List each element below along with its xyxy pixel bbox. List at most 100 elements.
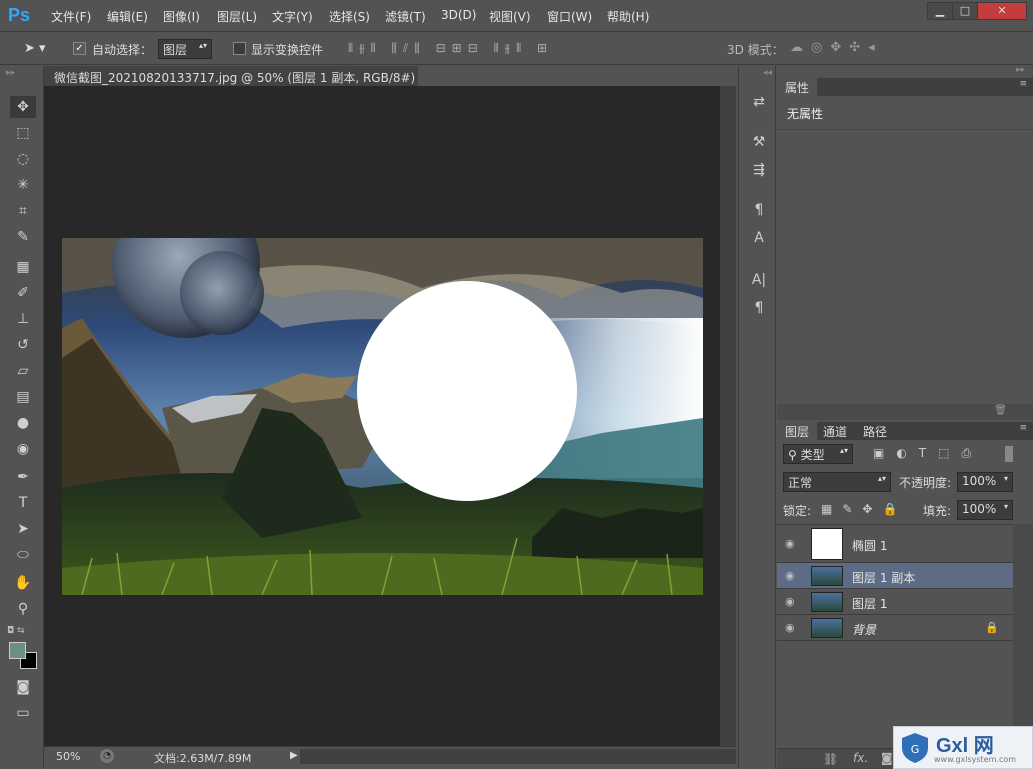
eraser-tool-icon[interactable]: ▱ — [10, 360, 36, 382]
type-tool-icon[interactable]: T — [10, 492, 36, 514]
vertical-scrollbar[interactable] — [720, 86, 736, 746]
tab-channels[interactable]: 通道 — [823, 423, 847, 440]
filter-toggle[interactable] — [1005, 446, 1013, 462]
paragraph-panel-icon[interactable]: ¶ — [749, 298, 769, 318]
3d-mode-icons[interactable]: ☁◎✥✣◂ — [790, 40, 883, 55]
maximize-button[interactable]: □ — [952, 2, 978, 20]
document-tab-title: 微信截图_20210820133717.jpg @ 50% (图层 1 副本, … — [54, 71, 426, 85]
ellipse-tool-icon[interactable]: ⬭ — [10, 544, 36, 566]
menu-layer[interactable]: 图层(L) — [217, 8, 257, 25]
brush-presets-icon[interactable]: ⇶ — [749, 160, 769, 180]
properties-trash-icon[interactable]: 🗑 — [994, 405, 1007, 416]
menu-image[interactable]: 图像(I) — [163, 8, 200, 25]
dodge-tool-icon[interactable]: ◉ — [10, 438, 36, 460]
show-transform-checkbox[interactable] — [233, 42, 246, 55]
fill-field[interactable]: 100% ▾ — [957, 500, 1013, 520]
properties-menu-icon[interactable]: ≡ — [1019, 79, 1027, 89]
zoom-tool-icon[interactable]: ⚲ — [10, 598, 36, 620]
menu-file[interactable]: 文件(F) — [51, 8, 91, 25]
panel-top-gutter: ▸▸ — [777, 65, 1033, 78]
history-panel-icon[interactable]: ⇄ — [749, 92, 769, 112]
tab-layers[interactable]: 图层 — [777, 422, 818, 440]
paragraph-styles-icon[interactable]: ¶ — [749, 200, 769, 220]
menu-type[interactable]: 文字(Y) — [272, 8, 313, 25]
document-canvas-image[interactable] — [62, 238, 703, 595]
dock-expand-icon[interactable]: ▸▸ — [1016, 65, 1025, 75]
character-styles-icon[interactable]: A — [749, 228, 769, 248]
lasso-tool-icon[interactable]: ◌ — [10, 148, 36, 170]
tab-properties[interactable]: 属性 — [777, 78, 818, 96]
opacity-field[interactable]: 100% ▾ — [957, 472, 1013, 492]
fx-icon[interactable]: fx. — [853, 751, 868, 765]
auto-select-value: 图层 — [163, 43, 188, 57]
magic-wand-tool-icon[interactable]: ✳ — [10, 174, 36, 196]
panel-icon-strip: ◂◂ ⇄ ⚒ ⇶ ¶ A A| ¶ — [738, 66, 776, 769]
path-selection-tool-icon[interactable]: ➤ — [10, 518, 36, 540]
pen-tool-icon[interactable]: ✒ — [10, 466, 36, 488]
status-info-icon[interactable]: ◔ — [100, 749, 114, 763]
layer-filter-icons[interactable]: ▣◐T⬚⎙ — [873, 446, 983, 461]
hand-tool-icon[interactable]: ✋ — [10, 572, 36, 594]
eye-icon[interactable]: ◉ — [785, 621, 801, 635]
marquee-tool-icon[interactable]: ⬚ — [10, 122, 36, 144]
eye-icon[interactable]: ◉ — [785, 569, 801, 583]
auto-select-checkbox[interactable]: ✓ — [73, 42, 86, 55]
screen-mode-icon[interactable]: ▭ — [10, 702, 36, 724]
layer-row-background[interactable]: ◉ 背景 🔒 — [777, 615, 1013, 641]
horizontal-scrollbar[interactable] — [300, 749, 736, 764]
character-panel-icon[interactable]: A| — [749, 270, 769, 290]
menu-3d[interactable]: 3D(D) — [441, 8, 476, 22]
tab-paths[interactable]: 路径 — [863, 423, 887, 440]
menu-edit[interactable]: 编辑(E) — [107, 8, 148, 25]
eye-icon[interactable]: ◉ — [785, 595, 801, 609]
strip-collapse-icon[interactable]: ◂◂ — [763, 68, 772, 78]
layer-filter-dropdown[interactable]: ⚲ 类型 ▴▾ — [783, 444, 853, 464]
ellipse-shape[interactable] — [357, 281, 577, 501]
foreground-color-swatch[interactable] — [9, 642, 26, 659]
layers-menu-icon[interactable]: ≡ — [1019, 423, 1027, 433]
layer-row-layer1-copy[interactable]: ◉ 图层 1 副本 — [777, 563, 1013, 589]
align-icons[interactable]: ⫴⫵⫴ ⫼⫽⫼ ⊟⊞⊟ ⫴⫵⫴ ⊞ — [348, 41, 553, 56]
link-icon[interactable]: ⛓ — [823, 752, 838, 766]
move-tool-preset-icon[interactable]: ➤ ▾ — [24, 41, 46, 56]
menu-filter[interactable]: 滤镜(T) — [385, 8, 426, 25]
document-tab[interactable]: 微信截图_20210820133717.jpg @ 50% (图层 1 副本, … — [44, 66, 447, 86]
layers-scrollbar[interactable] — [1013, 524, 1033, 748]
mode-3d-label: 3D 模式： — [727, 43, 784, 57]
stamp-tool-icon[interactable]: ⊥ — [10, 308, 36, 330]
quick-mask-icon[interactable]: ◙ — [10, 676, 36, 698]
move-tool-icon[interactable]: ✥ — [10, 96, 36, 118]
lock-icons[interactable]: ▦✎✥🔒 — [821, 502, 907, 516]
menu-help[interactable]: 帮助(H) — [607, 8, 649, 25]
fill-value: 100% — [962, 502, 997, 516]
blend-mode-dropdown[interactable]: 正常 ▴▾ — [783, 472, 891, 492]
zoom-level[interactable]: 50% — [56, 750, 80, 763]
crop-tool-icon[interactable]: ⌗ — [10, 200, 36, 222]
tab-bar-empty — [418, 66, 738, 86]
status-menu-arrow-icon[interactable]: ▶ — [290, 750, 298, 761]
gradient-tool-icon[interactable]: ▤ — [10, 386, 36, 408]
options-bar: ➤ ▾ ✓ 自动选择： 图层 ▴▾ 显示变换控件 ⫴⫵⫴ ⫼⫽⫼ ⊟⊞⊟ ⫴⫵⫴ … — [0, 33, 1033, 65]
menu-view[interactable]: 视图(V) — [489, 8, 531, 25]
default-colors-icon[interactable]: ◘ ⇆ — [7, 626, 25, 636]
filter-kind-value: 类型 — [800, 448, 825, 462]
history-brush-tool-icon[interactable]: ↺ — [10, 334, 36, 356]
blur-tool-icon[interactable]: ● — [10, 412, 36, 434]
close-window-button[interactable]: ✕ — [977, 2, 1027, 20]
watermark-title: Gxl 网 — [936, 735, 994, 757]
brush-tool-icon[interactable]: ✐ — [10, 282, 36, 304]
fill-label: 填充: — [923, 504, 952, 518]
menu-window[interactable]: 窗口(W) — [547, 8, 592, 25]
toolbox-collapse-icon[interactable]: ▸▸ — [6, 68, 15, 78]
minimize-button[interactable]: ▁ — [927, 2, 953, 20]
eye-icon[interactable]: ◉ — [785, 537, 801, 551]
eyedropper-tool-icon[interactable]: ✎ — [10, 226, 36, 248]
auto-select-dropdown[interactable]: 图层 ▴▾ — [158, 39, 212, 59]
healing-brush-tool-icon[interactable]: ▦ — [10, 256, 36, 278]
mask-icon[interactable]: ◙ — [881, 751, 893, 765]
brush-panel-icon[interactable]: ⚒ — [749, 132, 769, 152]
menu-select[interactable]: 选择(S) — [329, 8, 370, 25]
layer-row-ellipse[interactable]: ◉ 椭圆 1 — [777, 525, 1013, 563]
layer-row-layer1[interactable]: ◉ 图层 1 — [777, 589, 1013, 615]
svg-text:G: G — [911, 743, 920, 756]
